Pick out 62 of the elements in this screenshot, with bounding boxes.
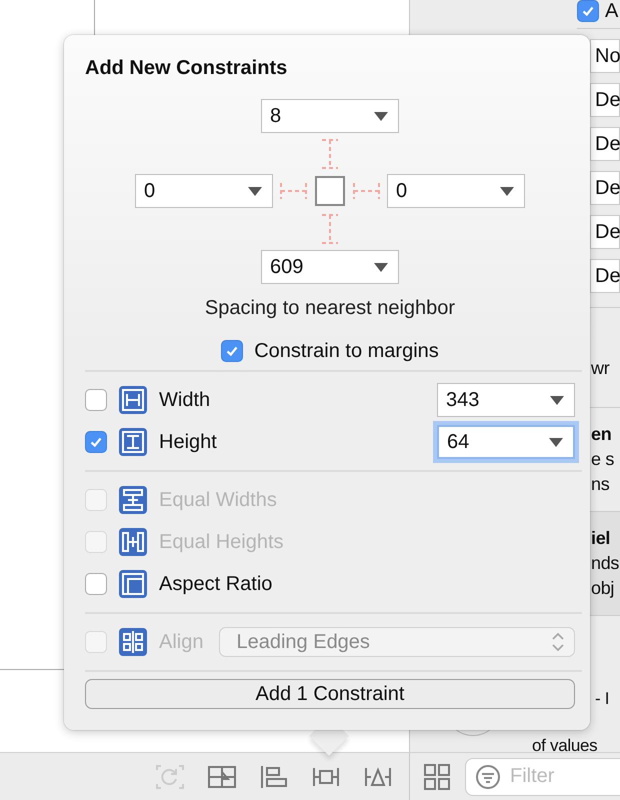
- checkbox[interactable]: [85, 431, 107, 453]
- popover-title: Add New Constraints: [85, 56, 288, 80]
- popup-button[interactable]: De: [590, 127, 620, 161]
- caret-icon: [374, 112, 388, 120]
- checkbox[interactable]: [577, 0, 599, 22]
- spacing-strut-icon: [353, 182, 380, 200]
- align-icon[interactable]: [259, 764, 289, 790]
- popup-button[interactable]: De: [590, 171, 620, 205]
- inspector-text: e s: [591, 448, 614, 471]
- inspector-text: ns: [591, 473, 610, 496]
- grid-icon[interactable]: [423, 762, 451, 790]
- caret-icon: [500, 186, 514, 196]
- caret-icon: [549, 438, 563, 446]
- caret-icon: [374, 262, 388, 272]
- checkbox[interactable]: [85, 389, 107, 411]
- checkbox-label: Align: [159, 630, 204, 654]
- value-combo-box[interactable]: 8: [261, 99, 399, 133]
- popup-button[interactable]: De: [590, 83, 620, 117]
- inspector-text: of values: [532, 737, 598, 752]
- value-combo-box[interactable]: 0: [387, 174, 525, 208]
- spacing-strut-icon: [320, 138, 340, 168]
- popup-button[interactable]: No: [590, 39, 620, 73]
- spacing-caption: Spacing to nearest neighbor: [204, 296, 456, 320]
- spacing-strut-icon: [320, 214, 340, 244]
- caret-icon: [248, 186, 262, 196]
- checkbox-label: Equal Widths: [159, 488, 277, 512]
- width-constraint-icon: [119, 386, 147, 414]
- value-combo-box[interactable]: 609: [261, 250, 399, 284]
- inspector-text: wr: [591, 357, 610, 380]
- stack-icon[interactable]: [207, 764, 237, 790]
- check-icon: [89, 435, 103, 449]
- filter-icon: [475, 764, 501, 790]
- inspector-text: obj: [591, 577, 616, 600]
- stepper-icon: [552, 632, 564, 652]
- checkbox-label: Constrain to margins: [254, 340, 439, 362]
- equal-widths-icon: [119, 486, 147, 514]
- align-icon: [119, 628, 147, 656]
- add-constraint-button[interactable]: Add 1 Constraint: [85, 679, 575, 709]
- popup-button[interactable]: De: [590, 259, 620, 293]
- caret-icon: [550, 396, 564, 404]
- inspector-text: iel: [591, 527, 612, 550]
- checkbox[interactable]: [221, 340, 244, 362]
- aspect-ratio-icon: [119, 570, 147, 598]
- popup-button[interactable]: De: [590, 215, 620, 249]
- inspector-text: nds: [591, 552, 620, 575]
- value-combo-box[interactable]: 343: [437, 383, 575, 417]
- inspector-text: en: [591, 423, 612, 446]
- check-icon: [225, 344, 240, 358]
- checkbox-label: Width: [159, 388, 210, 412]
- inspector-text: - I: [594, 690, 610, 707]
- checkbox-label: Equal Heights: [159, 530, 284, 554]
- checkbox-label: A: [605, 0, 618, 22]
- checkbox[interactable]: [85, 573, 107, 595]
- check-icon: [581, 4, 595, 18]
- equal-heights-icon: [119, 528, 147, 556]
- filter-field[interactable]: Filter: [465, 758, 620, 796]
- view-square: [315, 176, 345, 206]
- spacing-strut-icon: [280, 182, 307, 200]
- value-combo-box[interactable]: 0: [135, 174, 273, 208]
- height-constraint-icon: [119, 428, 147, 456]
- checkbox-label: Height: [159, 430, 217, 454]
- checkbox-label: Aspect Ratio: [159, 572, 272, 596]
